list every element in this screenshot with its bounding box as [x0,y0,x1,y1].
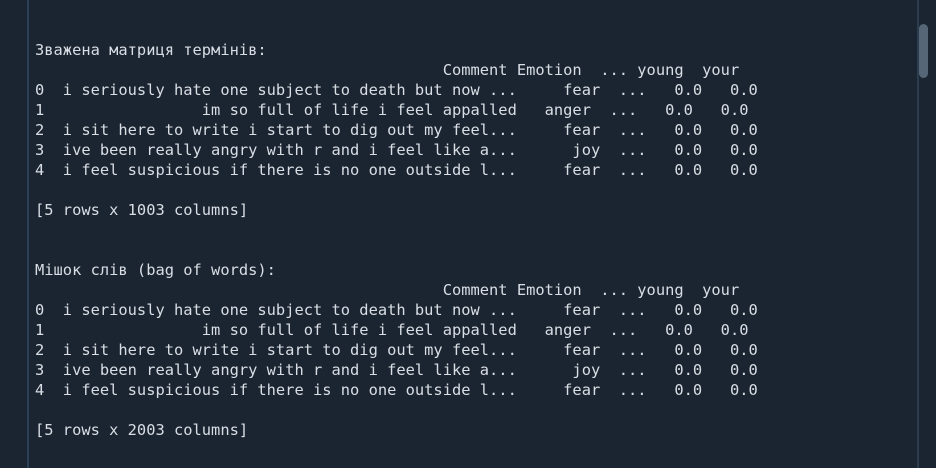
table-row: 3 ive been really angry with r and i fee… [35,361,758,379]
table-row: 0 i seriously hate one subject to death … [35,301,758,319]
output-line: Мішок слів (bag of words): [35,261,276,279]
console-output: Зважена матриця термінів: Comment Emotio… [35,20,905,440]
table-header-line: Comment Emotion ... young your [35,61,740,79]
table-row: 0 i seriously hate one subject to death … [35,81,758,99]
table-row: 1 im so full of life i feel appalled ang… [35,321,749,339]
table-header-line: Comment Emotion ... young your [35,281,740,299]
table-row: 4 i feel suspicious if there is no one o… [35,381,758,399]
scrollbar-thumb[interactable] [919,24,928,78]
table-row: 4 i feel suspicious if there is no one o… [35,161,758,179]
table-row: 2 i sit here to write i start to dig out… [35,341,758,359]
table-row: 2 i sit here to write i start to dig out… [35,121,758,139]
table-row: 3 ive been really angry with r and i fee… [35,141,758,159]
vertical-scrollbar[interactable] [914,0,936,468]
panel-left-border [27,0,29,468]
table-row: 1 im so full of life i feel appalled ang… [35,101,749,119]
terminal-panel: Зважена матриця термінів: Comment Emotio… [0,0,936,468]
output-line: Зважена матриця термінів: [35,41,267,59]
table-summary-line: [5 rows x 2003 columns] [35,421,249,439]
table-summary-line: [5 rows x 1003 columns] [35,201,249,219]
